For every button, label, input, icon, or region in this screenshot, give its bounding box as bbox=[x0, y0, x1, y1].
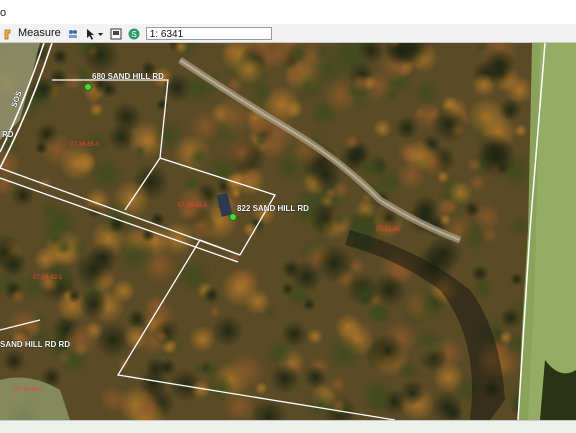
tree-crown bbox=[161, 338, 178, 355]
tree-crown bbox=[186, 144, 212, 171]
address-marker-north[interactable] bbox=[84, 83, 92, 91]
measure-label: Measure bbox=[18, 27, 61, 39]
address-label-center: 822 SAND HILL RD bbox=[237, 204, 309, 213]
tree-crown bbox=[88, 102, 104, 118]
tree-crown bbox=[386, 87, 400, 101]
scale-button[interactable]: S bbox=[126, 25, 142, 41]
tree-crown bbox=[477, 139, 518, 179]
address-label-north: 680 SAND HILL RD bbox=[92, 72, 164, 81]
print-icon bbox=[110, 27, 122, 40]
road-label-west: RD bbox=[2, 130, 14, 139]
tree-crown bbox=[314, 243, 354, 283]
aerial-map: 680 SAND HILL RD 822 SAND HILL RD RD SOS… bbox=[0, 43, 576, 420]
tree-crown bbox=[249, 79, 274, 105]
tree-crown bbox=[271, 149, 307, 185]
tree-crown bbox=[2, 349, 26, 373]
tree-crown bbox=[280, 320, 308, 348]
tree-crown bbox=[498, 330, 513, 345]
tree-crown bbox=[269, 362, 301, 394]
measure-button[interactable]: Measure bbox=[2, 25, 63, 41]
parcel-id-2: 07-16-62-5 bbox=[178, 203, 208, 209]
tree-crown bbox=[499, 307, 522, 330]
tree-crown bbox=[370, 333, 406, 369]
tree-crown bbox=[436, 197, 455, 217]
tree-crown bbox=[284, 69, 299, 83]
tree-crown bbox=[333, 43, 371, 79]
scale-input[interactable]: 1: 6341 bbox=[145, 26, 272, 40]
tree-crown bbox=[34, 140, 49, 155]
tree-crown bbox=[364, 297, 392, 325]
tree-crown bbox=[155, 98, 169, 112]
parcel-id-1: 07-16-65-5 bbox=[70, 142, 100, 148]
road-label-lower: SAND HILL RD RD bbox=[0, 340, 70, 349]
chevron-down-icon bbox=[97, 27, 104, 39]
select-arrow-icon bbox=[85, 27, 97, 40]
tree-crown bbox=[74, 250, 113, 290]
scale-icon: S bbox=[128, 27, 140, 40]
parcel-id-5: 07-16-43-7 bbox=[14, 387, 44, 393]
tree-crown bbox=[201, 360, 220, 379]
tree-crown bbox=[413, 327, 446, 360]
tree-crown bbox=[84, 187, 111, 214]
tree-crown bbox=[395, 160, 426, 191]
tree-crown bbox=[394, 115, 419, 140]
tree-crown bbox=[63, 72, 83, 92]
tree-crown bbox=[343, 134, 360, 151]
top-bar: o bbox=[0, 0, 576, 24]
partial-label: o bbox=[0, 7, 7, 19]
tree-crown bbox=[79, 289, 109, 320]
tree-crown bbox=[51, 47, 69, 66]
map-toolbar: Measure S 1: 6341 bbox=[0, 24, 576, 43]
tree-crown bbox=[325, 334, 364, 372]
tree-crown bbox=[413, 106, 427, 120]
tree-crown bbox=[363, 388, 394, 418]
tree-crown bbox=[432, 361, 465, 394]
parcel-id-4: 07-16-42-1 bbox=[33, 275, 63, 281]
tree-crown bbox=[245, 168, 261, 185]
tree-crown bbox=[430, 105, 468, 143]
tree-crown bbox=[11, 183, 35, 207]
tree-crown bbox=[107, 215, 127, 234]
tree-crown bbox=[263, 306, 276, 319]
tree-crown bbox=[144, 357, 168, 380]
svg-text:S: S bbox=[131, 30, 136, 39]
tree-crown bbox=[397, 360, 420, 383]
tree-crown bbox=[284, 281, 313, 310]
tree-crown bbox=[220, 268, 260, 308]
parcel-id-3: 07-16-45 bbox=[376, 227, 401, 233]
tree-crown bbox=[486, 58, 514, 87]
tree-crown bbox=[412, 79, 441, 108]
tree-crown bbox=[132, 144, 148, 160]
tree-crown bbox=[359, 152, 389, 182]
tree-crown bbox=[254, 135, 267, 148]
status-bar bbox=[0, 420, 576, 433]
tree-crown bbox=[39, 215, 79, 255]
tree-crown bbox=[306, 328, 324, 345]
tree-crown bbox=[152, 118, 186, 153]
tree-crown bbox=[211, 315, 244, 347]
tree-crown bbox=[399, 379, 427, 407]
tree-crown bbox=[208, 305, 222, 319]
tree-crown bbox=[513, 123, 528, 138]
select-tool-button[interactable] bbox=[83, 25, 106, 41]
identify-icon bbox=[67, 27, 79, 39]
identify-button[interactable] bbox=[65, 25, 81, 41]
print-button[interactable] bbox=[108, 25, 124, 41]
ruler-icon bbox=[4, 27, 16, 40]
tree-crown bbox=[226, 137, 258, 169]
tree-crown bbox=[281, 259, 302, 280]
tree-crown bbox=[66, 288, 82, 304]
tree-crown bbox=[202, 285, 221, 304]
tree-crown bbox=[463, 200, 481, 218]
tree-crown bbox=[466, 97, 507, 137]
tree-crown bbox=[226, 352, 266, 391]
tree-crown bbox=[331, 180, 351, 200]
tree-crown bbox=[329, 208, 351, 229]
tree-crown bbox=[372, 118, 393, 139]
tree-crown bbox=[284, 99, 304, 119]
tree-crown bbox=[223, 172, 245, 194]
tree-crown bbox=[509, 272, 524, 287]
map-view[interactable]: 680 SAND HILL RD 822 SAND HILL RD RD SOS… bbox=[0, 43, 576, 420]
address-marker-center[interactable] bbox=[229, 213, 237, 221]
